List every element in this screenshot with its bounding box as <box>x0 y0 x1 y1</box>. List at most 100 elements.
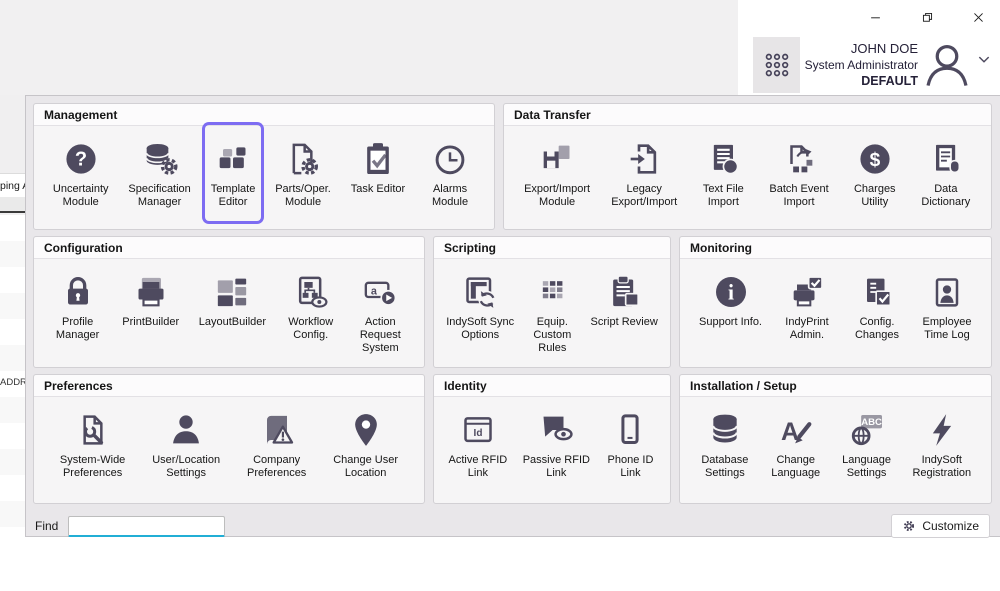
menu-item-action-request-system[interactable]: Action Request System <box>352 268 408 360</box>
menu-item-label: Data Dictionary <box>921 183 970 209</box>
group-body: Database Settings Change Language Language… <box>680 397 991 503</box>
info-circle-icon <box>711 272 751 312</box>
menu-item-label: Script Review <box>591 316 658 329</box>
menu-item-passive-rfid-link[interactable]: Passive RFID Link <box>520 406 593 484</box>
close-button[interactable] <box>963 5 993 29</box>
minimize-button[interactable] <box>860 5 890 29</box>
menu-item-template-editor[interactable]: Template Editor <box>205 125 262 221</box>
menu-item-label: Company Preferences <box>247 454 306 480</box>
chevron-down-icon[interactable] <box>975 53 993 67</box>
menu-item-alarms-module[interactable]: Alarms Module <box>422 135 478 213</box>
menu-item-label: LayoutBuilder <box>199 316 266 329</box>
menu-item-uncertainty-module[interactable]: Uncertainty Module <box>50 135 112 213</box>
menu-row-2: Configuration Profile Manager PrintBuilder… <box>33 236 992 368</box>
lock-icon <box>58 272 98 312</box>
menu-item-printbuilder[interactable]: PrintBuilder <box>119 268 182 333</box>
document-check-icon <box>857 272 897 312</box>
menu-item-indysoft-sync-options[interactable]: IndySoft Sync Options <box>443 268 517 346</box>
menu-item-charges-utility[interactable]: Charges Utility <box>847 135 903 213</box>
group-title: Configuration <box>34 237 424 259</box>
menu-item-support-info[interactable]: Support Info. <box>696 268 765 333</box>
person-icon <box>166 410 206 450</box>
group-title: Monitoring <box>680 237 991 259</box>
document-wrench-icon <box>73 410 113 450</box>
menu-item-workflow-config[interactable]: Workflow Config. <box>283 268 339 346</box>
menu-item-company-preferences[interactable]: Company Preferences <box>244 406 309 484</box>
menu-item-parts-oper-module[interactable]: Parts/Oper. Module <box>272 135 334 213</box>
database-gear-icon <box>140 139 180 179</box>
menu-item-task-editor[interactable]: Task Editor <box>348 135 408 200</box>
menu-row-1: ManagementUncertainty ModuleSpecificatio… <box>33 103 992 230</box>
menu-item-specification-manager[interactable]: Specification Manager <box>125 135 193 213</box>
clipboard-check-icon <box>358 139 398 179</box>
menu-item-change-language[interactable]: Change Language <box>768 406 824 484</box>
menu-item-active-rfid-link[interactable]: Active RFID Link <box>446 406 511 484</box>
menu-item-indysoft-registration[interactable]: IndySoft Registration <box>909 406 974 484</box>
menu-item-label: Export/Import Module <box>524 183 590 209</box>
printer-check-icon <box>787 272 827 312</box>
printer-icon <box>131 272 171 312</box>
menu-item-layoutbuilder[interactable]: LayoutBuilder <box>196 268 269 333</box>
menu-item-text-file-import[interactable]: Text File Import <box>695 135 751 213</box>
data-dictionary-icon <box>926 139 966 179</box>
workflow-eye-icon <box>291 272 331 312</box>
action-play-icon <box>360 272 400 312</box>
menu-item-legacy-export-import[interactable]: Legacy Export/Import <box>608 135 680 213</box>
menu-item-export-import-module[interactable]: Export/Import Module <box>521 135 593 213</box>
menu-item-label: Action Request System <box>360 316 401 356</box>
abc-globe-icon <box>847 410 887 450</box>
menu-item-label: Phone ID Link <box>608 454 654 480</box>
menu-item-phone-id-link[interactable]: Phone ID Link <box>602 406 658 484</box>
menu-item-label: Passive RFID Link <box>523 454 590 480</box>
menu-item-data-dictionary[interactable]: Data Dictionary <box>918 135 974 213</box>
minimize-icon <box>868 10 883 25</box>
find-label: Find <box>35 519 58 533</box>
group-body: Export/Import Module Legacy Export/Import… <box>504 126 991 229</box>
group-identity: IdentityActive RFID LinkPassive RFID Lin… <box>433 374 671 504</box>
menu-item-label: PrintBuilder <box>122 316 179 329</box>
group-body: Uncertainty Module Specification Manager T… <box>34 126 494 229</box>
find-bar: Find Customize <box>33 513 992 539</box>
menu-item-user-location-settings[interactable]: User/Location Settings <box>149 406 223 484</box>
clipboard-note-icon <box>604 272 644 312</box>
menu-item-profile-manager[interactable]: Profile Manager <box>50 268 106 346</box>
dollar-circle-icon <box>855 139 895 179</box>
map-pin-icon <box>346 410 386 450</box>
user-info: JOHN DOE System Administrator DEFAULT <box>762 40 918 90</box>
menu-item-label: Specification Manager <box>128 183 190 209</box>
menu-item-label: IndyPrint Admin. <box>785 316 828 342</box>
restore-button[interactable] <box>912 5 942 29</box>
background-row-fragment: ADDR <box>0 377 25 388</box>
help-circle-icon <box>61 139 101 179</box>
titlebar: JOHN DOE System Administrator DEFAULT <box>0 0 1000 95</box>
avatar[interactable] <box>921 39 973 91</box>
menu-item-batch-event-import[interactable]: Batch Event Import <box>766 135 831 213</box>
menu-item-script-review[interactable]: Script Review <box>588 268 661 333</box>
gear-icon <box>902 519 916 533</box>
menu-item-label: Alarms Module <box>432 183 468 209</box>
menu-item-label: Text File Import <box>703 183 744 209</box>
menu-item-equip-custom-rules[interactable]: Equip. Custom Rules <box>524 268 580 360</box>
menu-item-employee-time-log[interactable]: Employee Time Log <box>919 268 975 346</box>
menu-item-language-settings[interactable]: Language Settings <box>839 406 895 484</box>
menu-item-config-changes[interactable]: Config. Changes <box>849 268 905 346</box>
phone-icon <box>610 410 650 450</box>
menu-row-3: Preferences System-Wide Preferences User/L… <box>33 374 992 504</box>
menu-item-database-settings[interactable]: Database Settings <box>697 406 753 484</box>
menu-item-system-wide-preferences[interactable]: System-Wide Preferences <box>57 406 128 484</box>
menu-item-label: Language Settings <box>842 454 891 480</box>
group-body: Active RFID Link Passive RFID Link Phone I… <box>434 397 670 503</box>
group-installation-setup: Installation / SetupDatabase SettingsCha… <box>679 374 992 504</box>
menu-item-label: Parts/Oper. Module <box>275 183 331 209</box>
background-content-strip: ping A ADDR <box>0 95 25 537</box>
menu-item-indyprint-admin[interactable]: IndyPrint Admin. <box>779 268 835 346</box>
id-window-icon <box>458 410 498 450</box>
customize-label: Customize <box>922 519 979 533</box>
customize-button[interactable]: Customize <box>891 514 990 538</box>
cubes-icon <box>213 139 253 179</box>
group-title: Preferences <box>34 375 424 397</box>
window-sync-icon <box>460 272 500 312</box>
menu-item-change-user-location[interactable]: Change User Location <box>330 406 401 484</box>
menu-item-label: Profile Manager <box>56 316 99 342</box>
find-input[interactable] <box>68 516 225 537</box>
